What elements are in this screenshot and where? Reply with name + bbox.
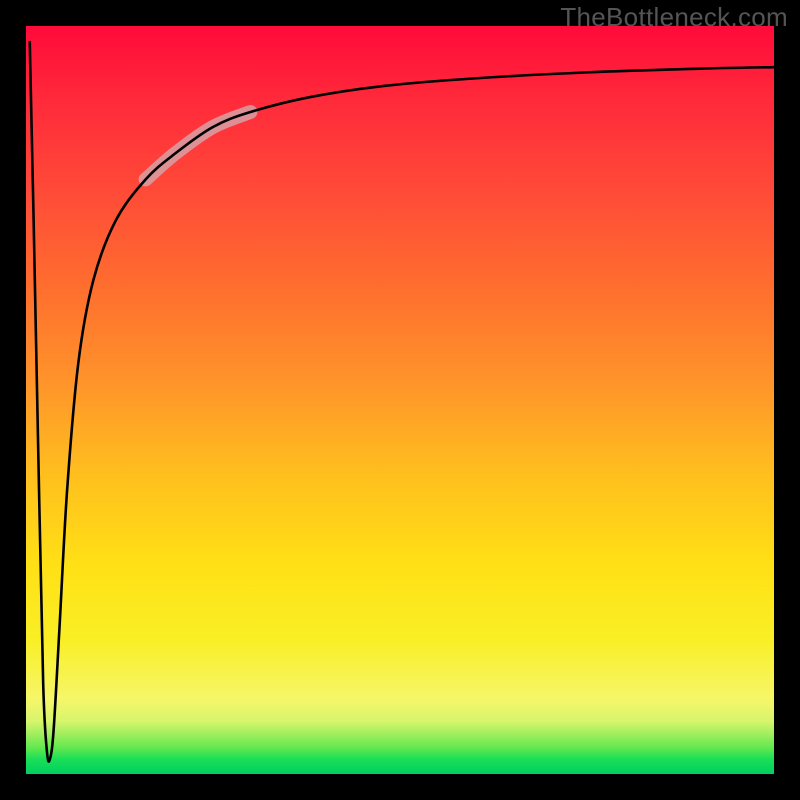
chart-frame: TheBottleneck.com [0,0,800,800]
plot-area [26,26,774,774]
highlight-segment [146,112,251,179]
curve-line [30,41,774,762]
curve-svg [26,26,774,774]
watermark-text: TheBottleneck.com [560,2,788,33]
